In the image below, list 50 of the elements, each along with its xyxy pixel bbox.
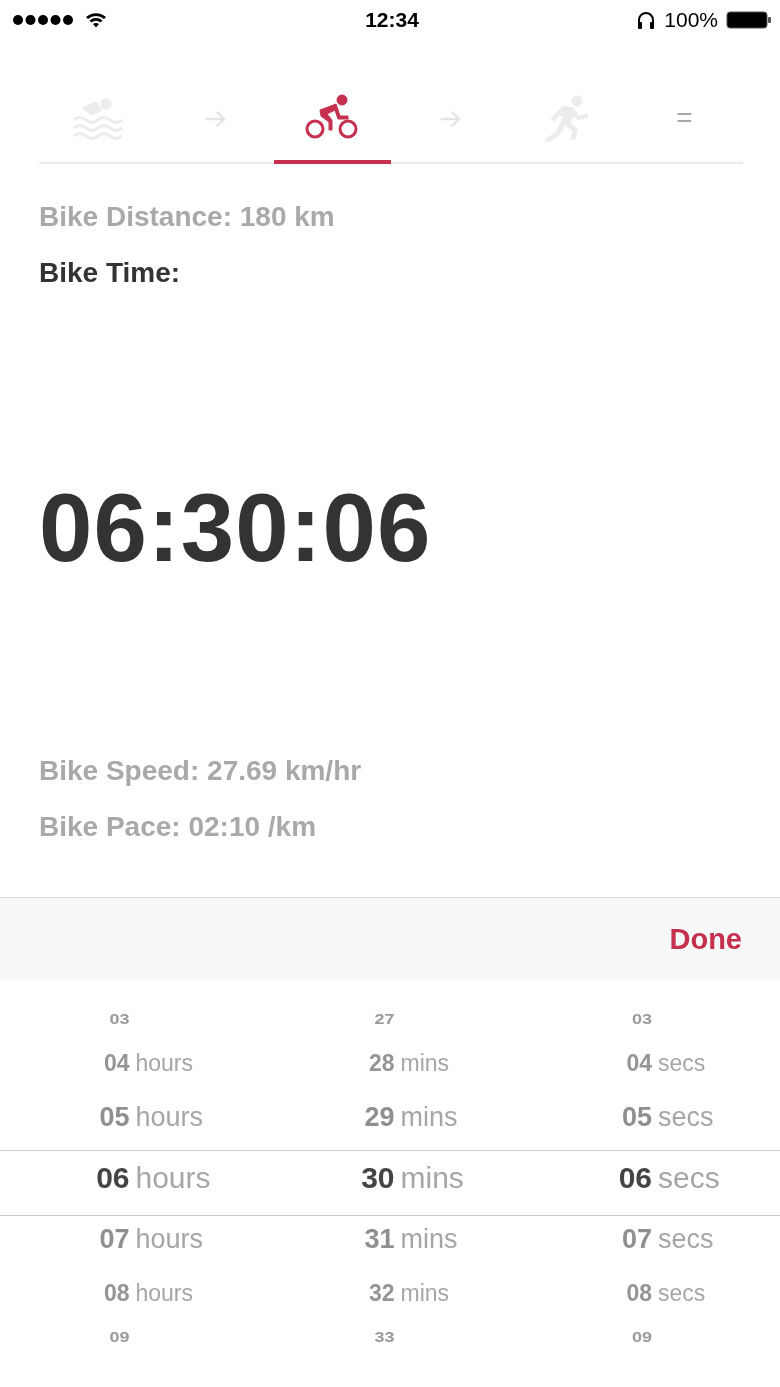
picker-value[interactable]: 07 (530, 1223, 652, 1255)
picker-unit: secs (658, 1161, 721, 1195)
field-label: Bike Time: (39, 256, 182, 290)
picker-value[interactable]: 03 (0, 1010, 130, 1028)
done-button[interactable]: Done (669, 922, 742, 956)
picker-unit: secs (658, 1049, 707, 1077)
picker-value[interactable]: 08 (530, 1279, 652, 1307)
signal-icon (12, 14, 74, 26)
picker-unit: mins (400, 1161, 465, 1195)
picker-unit: hours (135, 1223, 205, 1255)
time-value: 06:30:06 (39, 473, 433, 583)
picker-value[interactable]: 04 (0, 1049, 130, 1077)
picker-unit: hours (135, 1161, 212, 1195)
picker-value[interactable]: 03 (530, 1010, 652, 1028)
picker-unit: mins (400, 1049, 451, 1077)
wifi-icon (84, 11, 108, 29)
picker-unit: secs (658, 1223, 715, 1255)
battery-percent: 100% (664, 8, 718, 32)
picker-value[interactable]: 28 (265, 1049, 395, 1077)
picker-unit: hours (135, 1101, 205, 1133)
field-label: Bike Distance: 180 km (39, 200, 336, 234)
picker-value[interactable]: 06 (0, 1161, 130, 1195)
picker-unit: hours (135, 1049, 195, 1077)
picker-value[interactable]: 31 (265, 1223, 395, 1255)
picker-value[interactable]: 08 (0, 1279, 130, 1307)
picker-unit: hours (135, 1279, 195, 1307)
picker-value[interactable]: 09 (0, 1328, 130, 1346)
picker-value[interactable]: 05 (530, 1101, 652, 1133)
picker-unit: mins (400, 1223, 459, 1255)
picker-value[interactable]: 05 (0, 1101, 130, 1133)
picker-value[interactable]: 06 (530, 1161, 652, 1195)
battery-icon (726, 11, 772, 29)
status-time: 12:34 (365, 8, 419, 32)
picker-value[interactable]: 29 (265, 1101, 395, 1133)
picker-value[interactable]: 33 (265, 1328, 395, 1346)
picker-value[interactable]: 07 (0, 1223, 130, 1255)
tab[interactable]: = (625, 76, 743, 164)
picker-value[interactable]: 32 (265, 1279, 395, 1307)
picker-value[interactable]: 30 (265, 1161, 395, 1195)
picker-value[interactable]: 04 (530, 1049, 652, 1077)
picker-unit: secs (658, 1279, 707, 1307)
headphones-icon (636, 10, 657, 30)
result-text: Bike Pace: 02:10 /km (39, 810, 318, 844)
picker-unit: secs (658, 1101, 715, 1133)
picker-unit: mins (400, 1279, 451, 1307)
picker-unit: mins (400, 1101, 459, 1133)
result-text: Bike Speed: 27.69 km/hr (39, 754, 363, 788)
picker-value[interactable]: 09 (530, 1328, 652, 1346)
time-picker[interactable]: 03 04 hours 05 hours 06 hours 07 hours 08 hours 09 27 28 mins 29 mins 30 mins 31 mins 32 mins 33 03 04 secs 05 secs 06 secs 07 secs 08 secs 09 (0, 980, 780, 1387)
picker-value[interactable]: 27 (265, 1010, 395, 1028)
